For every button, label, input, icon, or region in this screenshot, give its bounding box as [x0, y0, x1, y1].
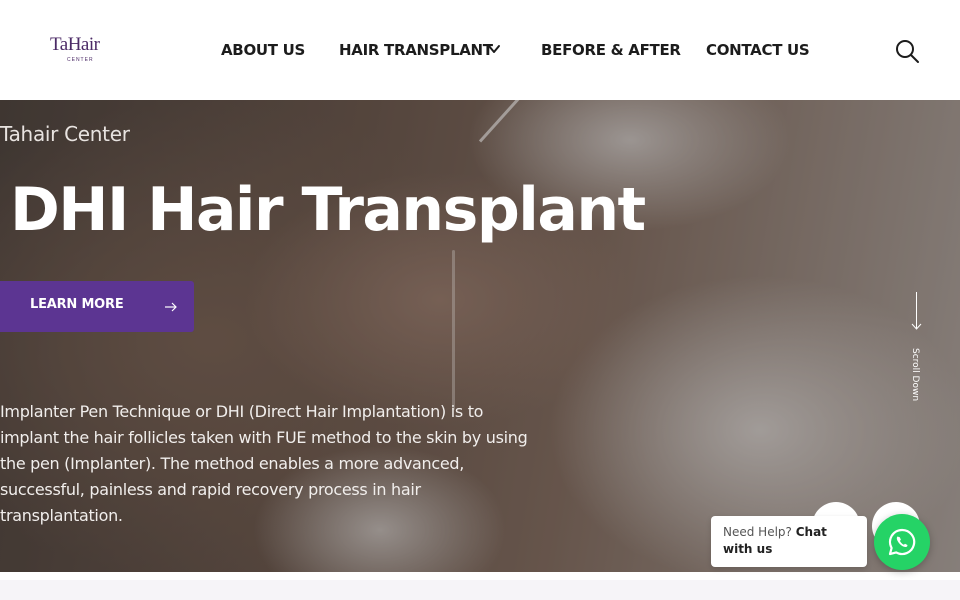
hero-banner: Tahair Center DHI Hair Transplant LEARN … — [0, 100, 960, 572]
nav-hair-transplant-label: HAIR TRANSPLANT — [339, 41, 493, 59]
site-header: TaHair CENTER ABOUT US HAIR TRANSPLANT B… — [0, 0, 960, 100]
arrow-down-icon — [911, 323, 922, 330]
next-section-strip — [0, 580, 960, 600]
hero-title: DHI Hair Transplant — [10, 175, 646, 245]
learn-more-label: LEARN MORE — [30, 297, 124, 312]
chat-prompt[interactable]: Need Help? Chat with us — [711, 516, 867, 567]
scroll-down[interactable]: Scroll Down — [902, 292, 932, 402]
nav-before-after[interactable]: BEFORE & AFTER — [541, 40, 681, 60]
chat-prompt-text: Need Help? Chat with us — [723, 524, 855, 558]
scroll-down-label: Scroll Down — [910, 348, 920, 402]
logo-text: TaHair — [50, 34, 100, 55]
nav-hair-transplant[interactable]: HAIR TRANSPLANT — [339, 40, 500, 60]
whatsapp-icon — [888, 528, 916, 556]
chat-prefix: Need Help? — [723, 525, 792, 539]
hero-kicker: Tahair Center — [0, 122, 130, 146]
site-logo[interactable]: TaHair CENTER — [50, 34, 110, 66]
search-icon[interactable] — [894, 38, 920, 64]
arrow-right-icon — [165, 302, 177, 312]
nav-contact-us[interactable]: CONTACT US — [706, 40, 810, 60]
hero-description: Implanter Pen Technique or DHI (Direct H… — [0, 402, 528, 525]
whatsapp-button[interactable] — [874, 514, 930, 570]
chevron-down-icon — [488, 45, 500, 53]
learn-more-button[interactable]: LEARN MORE — [0, 281, 194, 332]
nav-about-us[interactable]: ABOUT US — [221, 40, 305, 60]
logo-subtext: CENTER — [67, 57, 94, 63]
